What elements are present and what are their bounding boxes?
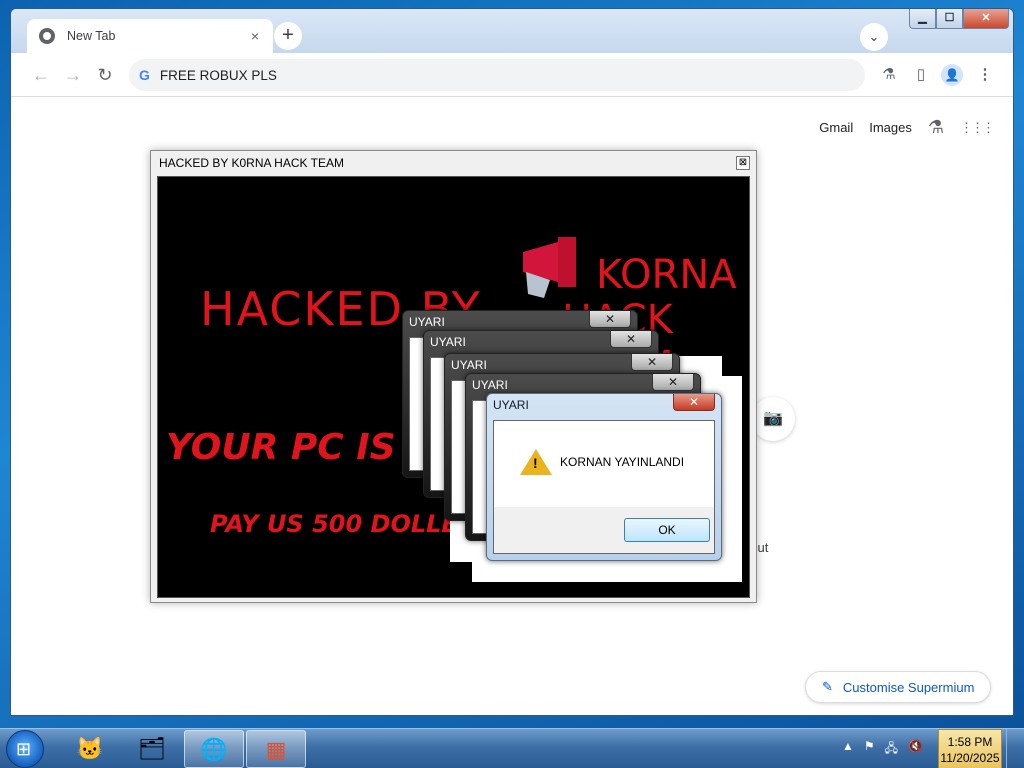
side-panel-icon[interactable]: ▯: [909, 63, 933, 87]
hacked-window-close-icon[interactable]: ⊠: [736, 156, 750, 170]
clock-time: 1:58 PM: [947, 735, 993, 749]
images-link[interactable]: Images: [869, 120, 912, 135]
ntp-top-links: Gmail Images ⚗ ⋮⋮⋮: [819, 117, 995, 138]
your-pc-text: YOUR PC IS H: [166, 427, 439, 468]
address-bar[interactable]: G FREE ROBUX PLS: [129, 59, 865, 91]
reload-button[interactable]: ↻: [93, 63, 117, 87]
taskbar-explorer-icon[interactable]: 🗂: [122, 730, 182, 768]
labs-icon[interactable]: ⚗: [877, 63, 901, 87]
tray-expand-icon[interactable]: ▲: [842, 739, 854, 760]
labs-icon[interactable]: ⚗: [928, 117, 944, 138]
dialog-message: KORNAN YAYINLANDI: [560, 455, 685, 469]
back-button[interactable]: ←: [29, 63, 53, 87]
profile-avatar[interactable]: 👤: [941, 64, 963, 86]
new-tab-button[interactable]: +: [274, 22, 302, 50]
browser-toolbar: ← → ↻ G FREE ROBUX PLS ⚗ ▯ ⋮: [11, 53, 1013, 97]
ok-button[interactable]: OK: [624, 518, 710, 542]
network-icon[interactable]: 🖧: [885, 739, 898, 760]
dialog-close-icon[interactable]: ✕: [673, 394, 715, 411]
dialog-title: UYARI: [409, 315, 445, 329]
close-window-button[interactable]: ✕: [963, 9, 1009, 29]
uyari-dialog-front: UYARI ✕ ! KORNAN YAYINLANDI OK: [486, 393, 722, 561]
taskbar: ⊞ 🐱 🗂 🌐 ▦ ▲ ⚑ 🖧 🔇 1:58 PM 11/20/2025: [0, 728, 1024, 768]
tab-close-icon[interactable]: ×: [247, 28, 263, 44]
address-text[interactable]: FREE ROBUX PLS: [160, 68, 277, 83]
customise-label: Customise Supermium: [842, 679, 975, 695]
dialog-close-icon[interactable]: ✕: [589, 311, 631, 328]
dialog-title: UYARI: [472, 378, 508, 392]
dialog-button-area: OK: [494, 507, 714, 553]
volume-muted-icon[interactable]: 🔇: [908, 739, 923, 760]
horn-icon: [523, 237, 576, 298]
clock-date: 11/20/2025: [940, 751, 1000, 765]
hacked-window-title: HACKED BY K0RNA HACK TEAM: [159, 156, 344, 170]
dialog-message-area: ! KORNAN YAYINLANDI: [494, 421, 714, 507]
start-button[interactable]: ⊞: [6, 730, 44, 768]
pay-us-text: PAY US 500 DOLLER: [210, 510, 477, 538]
camera-search-icon[interactable]: 📷: [751, 397, 795, 441]
korna-logo-text: KORNA: [596, 252, 737, 298]
browser-titlebar: New Tab × + ⌄ ▁ ☐ ✕: [11, 9, 1013, 53]
gmail-link[interactable]: Gmail: [819, 120, 853, 135]
window-controls: ▁ ☐ ✕: [909, 9, 1009, 29]
action-center-flag-icon[interactable]: ⚑: [864, 739, 875, 760]
system-tray: ▲ ⚑ 🖧 🔇: [842, 739, 923, 760]
maximize-button[interactable]: ☐: [936, 9, 963, 29]
show-desktop-button[interactable]: [1006, 729, 1022, 768]
taskbar-hack-app-icon[interactable]: ▦: [246, 730, 306, 768]
customise-button[interactable]: ✎ Customise Supermium: [805, 671, 992, 703]
dialog-body: ! KORNAN YAYINLANDI OK: [493, 420, 715, 554]
dialog-title: UYARI: [430, 335, 466, 349]
pencil-icon: ✎: [822, 679, 833, 694]
taskbar-browser-icon[interactable]: 🌐: [184, 730, 244, 768]
windows-logo-icon: ⊞: [16, 739, 32, 759]
dialog-title: UYARI: [493, 398, 529, 412]
dialog-title: UYARI: [451, 358, 487, 372]
tab-search-button[interactable]: ⌄: [860, 23, 888, 51]
tab-new-tab[interactable]: New Tab ×: [27, 19, 273, 53]
warning-icon: !: [520, 449, 552, 475]
minimize-button[interactable]: ▁: [909, 9, 936, 29]
dialog-close-icon[interactable]: ✕: [610, 331, 652, 348]
google-icon: G: [139, 67, 150, 83]
dialog-close-icon[interactable]: ✕: [652, 374, 694, 391]
forward-button[interactable]: →: [61, 63, 85, 87]
chrome-icon: [39, 28, 55, 44]
taskbar-app-cat-icon[interactable]: 🐱: [60, 730, 120, 768]
menu-icon[interactable]: ⋮: [973, 63, 997, 87]
clock[interactable]: 1:58 PM 11/20/2025: [938, 729, 1002, 768]
dialog-close-icon[interactable]: ✕: [631, 354, 673, 371]
tab-title: New Tab: [67, 29, 116, 43]
apps-grid-icon[interactable]: ⋮⋮⋮: [960, 120, 995, 136]
